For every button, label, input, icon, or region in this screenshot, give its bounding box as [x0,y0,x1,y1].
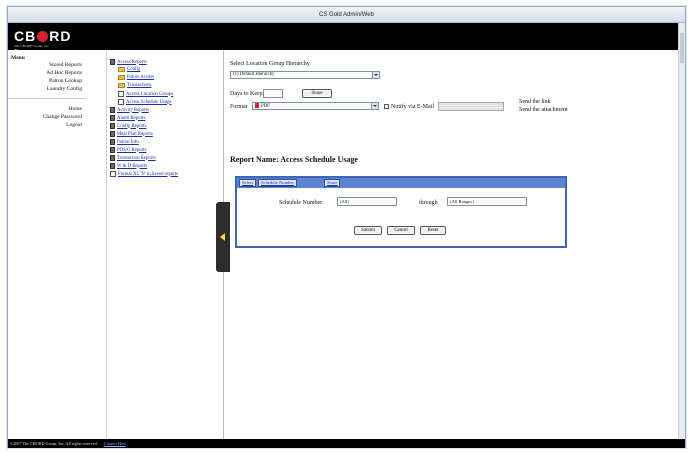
send-attachment-option[interactable]: Send the attachment [519,107,568,113]
tree-item[interactable]: Access Schedule Usage [118,99,172,105]
menu-logout[interactable]: Logout [66,122,82,128]
tree-item[interactable]: W & D Reports [110,163,147,169]
tree-item[interactable]: Meal Plan Reports [110,131,153,137]
report-icon [110,107,115,113]
tree-item[interactable]: Access Reports [110,59,147,65]
menu-stored-reports[interactable]: Stored Reports [49,62,82,68]
tab-share[interactable]: Share [324,179,341,187]
copyright-text: ©2007 The CBORD Group, Inc. All rights r… [10,441,98,446]
schedule-to-input[interactable]: (All Ranges) [447,197,527,206]
menu-patron-lookup[interactable]: Patron Lookup [49,78,82,84]
hierarchy-select[interactable]: (1) Default Hierarchy [230,71,380,79]
page-icon [118,99,124,105]
logo-subtitle: The CBORD Group, Inc. [14,44,50,48]
format-label: Format [230,104,248,110]
vertical-scrollbar[interactable] [678,23,685,439]
report-icon [110,147,115,153]
logo-circle-icon [37,31,49,42]
cancel-button[interactable]: Cancel [387,226,415,235]
page-icon [118,91,124,97]
through-label: through [419,200,438,206]
folder-icon [118,75,125,80]
reset-button[interactable]: Reset [420,226,446,235]
report-tree: Access Reports Config Patron Access Tran… [106,51,224,439]
days-to-keep-label: Days to Keep [230,91,263,97]
scrollbar-thumb[interactable] [680,33,684,63]
share-button[interactable]: Share [302,89,332,98]
report-params-panel: Select Schedule Number Share Schedule Nu… [235,176,567,248]
tab-schedule-number[interactable]: Schedule Number [258,179,298,187]
submit-button[interactable]: Submit [354,226,382,235]
menu-change-password[interactable]: Change Password [43,114,82,120]
report-icon [110,123,115,129]
panel-body: Schedule Number (All) through (All Range… [237,188,565,246]
collapse-panel-handle[interactable] [216,202,230,272]
left-menu: Menu Stored Reports Ad Hoc Reports Patro… [8,51,86,439]
email-address-field[interactable] [438,102,504,111]
tree-item[interactable]: Transactions [118,83,151,88]
folder-icon [118,67,125,72]
collapse-arrow-icon [220,233,225,241]
tree-item[interactable]: Alarm Reports [110,115,145,121]
page-footer: ©2007 The CBORD Group, Inc. All rights r… [8,439,685,448]
contact-host-link[interactable]: Contact Host [104,441,126,446]
tab-select[interactable]: Select [239,179,257,187]
chevron-down-icon [372,72,379,78]
tab-strip: Select Schedule Number Share [237,178,565,188]
tree-item[interactable]: Config [118,67,140,72]
report-icon [110,115,115,121]
tree-item[interactable]: POS/C Reports [110,147,146,153]
format-select[interactable]: PDF [252,102,379,110]
menu-ad-hoc-reports[interactable]: Ad Hoc Reports [46,70,82,76]
schedule-from-input[interactable]: (All) [337,197,397,206]
tree-item[interactable]: Format XL 'N' in Saved reports [110,171,178,177]
menu-divider [8,98,86,99]
report-icon [110,163,115,169]
tree-item[interactable]: Access Location Groups [118,91,173,97]
report-name: Report Name: Access Schedule Usage [230,155,358,164]
tree-item[interactable]: Transaction Reports [110,155,156,161]
tree-item[interactable]: Config Reports [110,123,146,129]
send-link-option[interactable]: Send the link [519,99,551,105]
cbord-logo: CB RD® [14,28,72,55]
page-icon [110,171,116,177]
chevron-down-icon [371,103,378,109]
tree-item[interactable]: Patron Info [110,139,139,145]
hierarchy-label: Select Location Group Hierarchy [230,61,310,67]
browser-window: CS Gold Admin/Web CB RD® The CBORD Group,… [7,6,686,448]
report-icon [110,155,115,161]
pdf-icon [255,103,259,108]
notify-email-label: Notify via E-Mail [391,104,434,110]
tree-item[interactable]: Activity Reports [110,107,149,113]
schedule-number-label: Schedule Number [279,200,323,206]
report-icon [110,59,115,65]
main-content: Select Location Group Hierarchy (1) Defa… [230,51,678,439]
report-icon [110,131,115,137]
menu-laundry-config[interactable]: Laundry Config [47,86,82,92]
report-icon [110,139,115,145]
notify-email-checkbox[interactable] [384,104,389,109]
menu-home[interactable]: Home [69,106,82,112]
days-to-keep-input[interactable] [263,89,283,98]
tree-item[interactable]: Patron Access [118,75,154,80]
app-header: CB RD® The CBORD Group, Inc. [8,23,685,55]
menu-title: Menu [11,55,25,61]
folder-icon [118,83,125,88]
window-title: CS Gold Admin/Web [8,7,685,23]
